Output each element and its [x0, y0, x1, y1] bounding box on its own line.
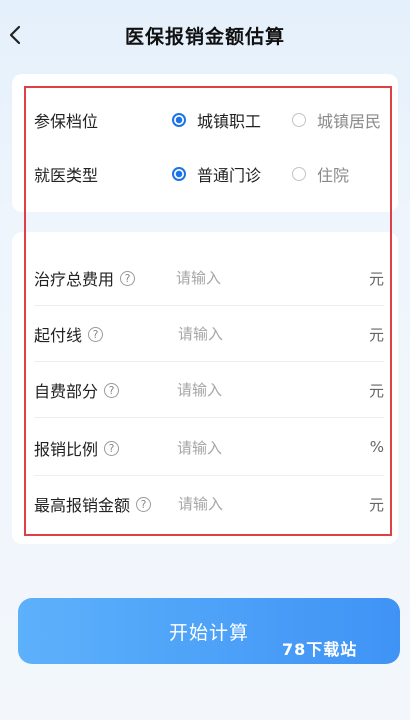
reimburse-ratio-input[interactable] [177, 436, 357, 460]
max-reimburse-label: 最高报销金额 [34, 496, 131, 515]
radio-unselected-icon[interactable] [292, 113, 306, 127]
radio-option-urban-employee[interactable]: 城镇职工 [172, 108, 261, 132]
total-cost-row: 治疗总费用 ? 元 [34, 250, 384, 306]
max-reimburse-input[interactable] [178, 492, 358, 516]
header: 医保报销金额估算 [0, 0, 410, 74]
deductible-input[interactable] [178, 322, 358, 346]
self-pay-input[interactable] [177, 378, 357, 402]
watermark: 78下载站 [282, 640, 358, 659]
help-icon[interactable]: ? [104, 382, 120, 398]
radio-selected-icon[interactable] [172, 113, 186, 127]
reimburse-ratio-row: 报销比例 ? % [34, 420, 384, 476]
radio-option-outpatient[interactable]: 普通门诊 [172, 162, 261, 186]
help-icon[interactable]: ? [120, 270, 136, 286]
radio-label: 城镇居民 [317, 112, 382, 131]
unit-label: 元 [368, 326, 384, 344]
radio-label: 普通门诊 [197, 166, 262, 185]
help-icon[interactable]: ? [88, 326, 104, 342]
max-reimburse-row: 最高报销金额 ? 元 [34, 476, 384, 532]
visit-type-label: 就医类型 [34, 166, 99, 185]
insurance-type-row: 参保档位 城镇职工 城镇居民 [34, 105, 388, 135]
self-pay-label: 自费部分 [34, 382, 99, 401]
total-cost-input[interactable] [176, 266, 356, 290]
visit-type-row: 就医类型 普通门诊 住院 [34, 159, 388, 189]
unit-label: % [369, 438, 384, 456]
radio-label: 住院 [317, 166, 350, 185]
deductible-row: 起付线 ? 元 [34, 306, 384, 362]
insurance-type-label: 参保档位 [34, 112, 99, 131]
help-icon[interactable]: ? [104, 440, 120, 456]
unit-label: 元 [368, 496, 384, 514]
radio-label: 城镇职工 [197, 112, 262, 131]
radio-selected-icon[interactable] [172, 167, 186, 181]
help-icon[interactable]: ? [136, 496, 152, 512]
unit-label: 元 [368, 270, 384, 288]
page-title: 医保报销金额估算 [124, 26, 285, 48]
total-cost-label: 治疗总费用 [34, 270, 115, 289]
radio-unselected-icon[interactable] [292, 167, 306, 181]
radio-option-inpatient[interactable]: 住院 [292, 162, 349, 186]
self-pay-row: 自费部分 ? 元 [34, 362, 384, 418]
unit-label: 元 [368, 382, 384, 400]
radio-option-urban-resident[interactable]: 城镇居民 [292, 108, 381, 132]
deductible-label: 起付线 [34, 326, 83, 345]
reimburse-ratio-label: 报销比例 [34, 440, 99, 459]
options-card [12, 74, 398, 212]
